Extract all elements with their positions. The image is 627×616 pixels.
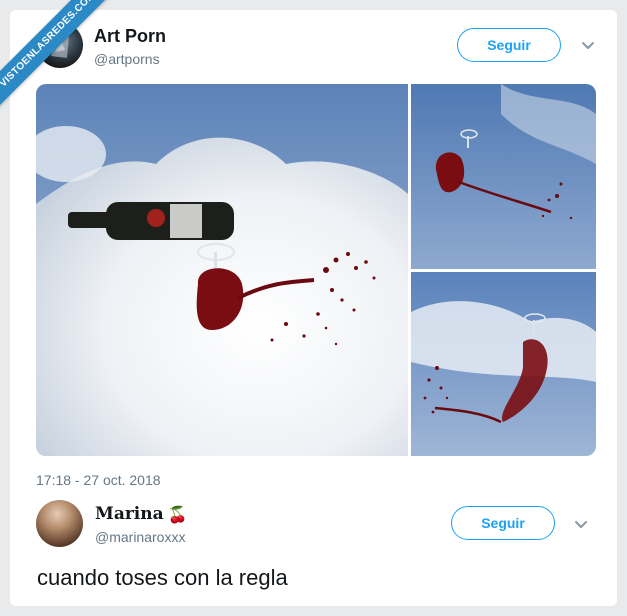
reply-display-name-text: Marina: [95, 504, 164, 524]
reply-text: cuando toses con la regla: [37, 565, 288, 590]
author-display-name[interactable]: Art Porn: [94, 26, 166, 47]
avatar-art-image: [51, 34, 69, 58]
media-top-right-image[interactable]: [411, 84, 596, 269]
follow-button[interactable]: Seguir: [457, 28, 561, 62]
reply-author-avatar[interactable]: [36, 500, 83, 547]
cherry-emoji-icon: 🍒: [167, 504, 188, 524]
tweet-card: Art Porn @artporns Seguir 17:18 - 27 oct…: [10, 10, 617, 606]
reply-follow-button[interactable]: Seguir: [451, 506, 555, 540]
media-bottom-right-image[interactable]: [411, 272, 596, 456]
reply-display-name[interactable]: Marina 🍒: [95, 504, 188, 524]
reply-chevron-down-icon[interactable]: [571, 515, 591, 535]
chevron-down-icon[interactable]: [578, 36, 598, 56]
reply-handle[interactable]: @marinaroxxx: [95, 529, 185, 545]
media-main-image[interactable]: [36, 84, 408, 456]
author-avatar[interactable]: [37, 22, 83, 68]
tweet-timestamp[interactable]: 17:18 - 27 oct. 2018: [36, 472, 161, 488]
author-handle[interactable]: @artporns: [94, 51, 160, 67]
